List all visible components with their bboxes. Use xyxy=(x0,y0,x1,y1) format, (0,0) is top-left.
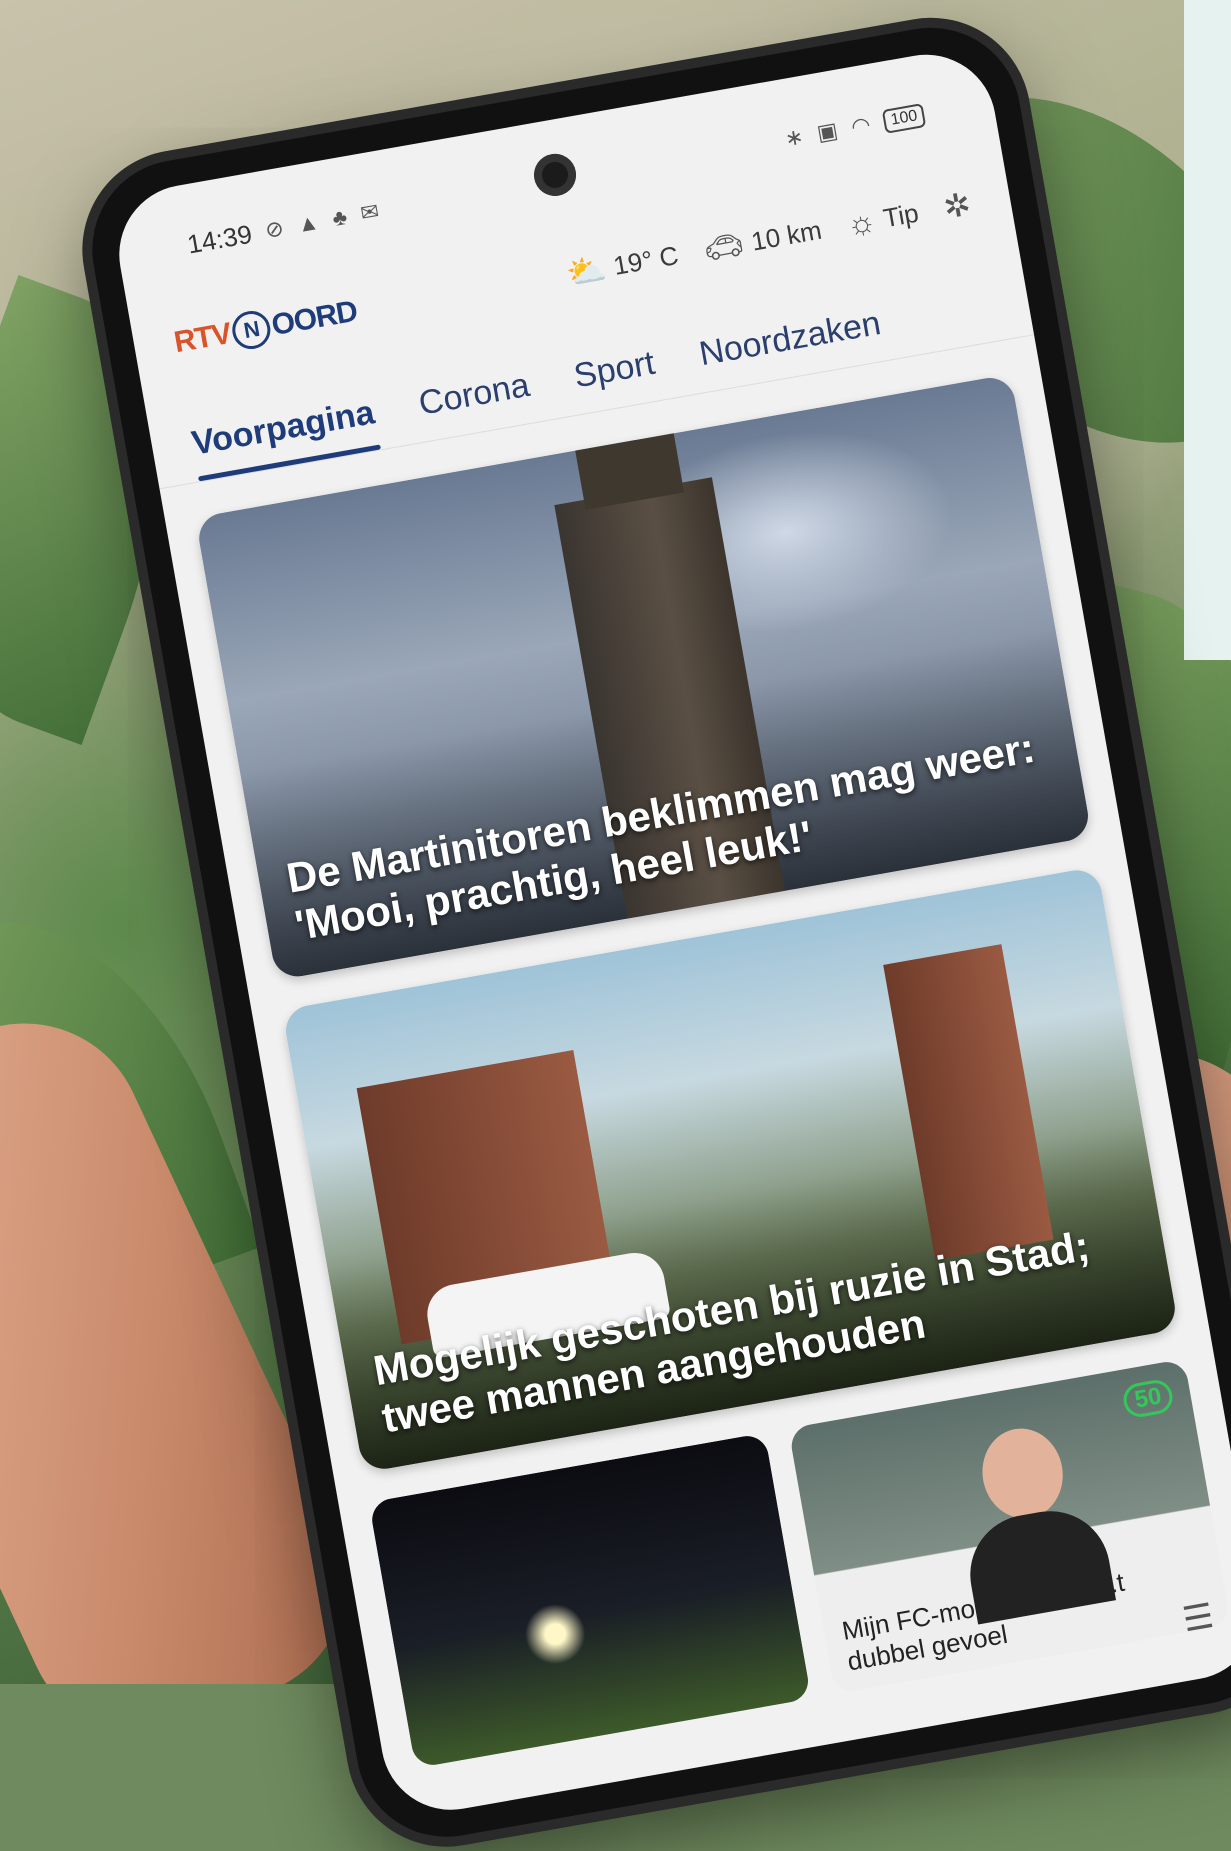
logo-globe-icon: N xyxy=(229,308,274,353)
bug-report-button[interactable]: ✲ xyxy=(941,185,974,227)
weather-sun-cloud-icon: ⛅ xyxy=(563,249,609,293)
tab-voorpagina[interactable]: Voorpagina xyxy=(189,393,381,481)
article-card-fc-moment[interactable]: 50 Mijn FC-moment: een ...t dubbel gevoe… xyxy=(788,1358,1231,1695)
wifi-icon: ◠ xyxy=(849,111,873,140)
app-icon: ♣ xyxy=(330,203,349,232)
tab-noordzaken[interactable]: Noordzaken xyxy=(696,304,886,392)
article-card-night[interactable] xyxy=(368,1432,812,1769)
tip-button[interactable]: ☼ Tip xyxy=(844,194,922,243)
rtv-noord-logo[interactable]: RTV N OORD xyxy=(171,293,360,363)
anniversary-badge: 50 xyxy=(1121,1377,1176,1420)
tab-sport[interactable]: Sport xyxy=(571,344,661,414)
tip-label: Tip xyxy=(880,197,921,233)
tab-corona[interactable]: Corona xyxy=(416,366,536,441)
bug-icon: ✲ xyxy=(940,185,974,226)
side-panel xyxy=(1184,0,1231,660)
car-icon: 🚗︎ xyxy=(700,225,747,269)
article-card-shooting[interactable]: Mogelijk geschoten bij ruzie in Stad; tw… xyxy=(281,866,1179,1473)
traffic-button[interactable]: 🚗︎ 10 km xyxy=(700,211,824,269)
news-feed: De Martinitoren beklimmen mag weer: 'Moo… xyxy=(195,373,1231,1769)
navigation-icon: ▲ xyxy=(295,208,321,238)
no-alarm-icon: ⊘ xyxy=(263,215,286,243)
lightbulb-icon: ☼ xyxy=(843,201,879,243)
battery-icon: 100 xyxy=(882,103,927,134)
weather-temp: 19° C xyxy=(610,239,681,281)
mail-icon: ✉ xyxy=(358,198,381,227)
article-card-martinitoren[interactable]: De Martinitoren beklimmen mag weer: 'Moo… xyxy=(195,373,1093,981)
weather-button[interactable]: ⛅ 19° C xyxy=(563,236,681,293)
logo-noord-text: OORD xyxy=(269,294,360,343)
nfc-icon: ▣ xyxy=(814,117,840,146)
traffic-value: 10 km xyxy=(748,214,824,257)
status-time: 14:39 xyxy=(184,218,255,260)
logo-rtv-text: RTV xyxy=(171,316,234,360)
building-photo xyxy=(883,944,1054,1261)
bluetooth-icon: ∗ xyxy=(782,123,806,152)
